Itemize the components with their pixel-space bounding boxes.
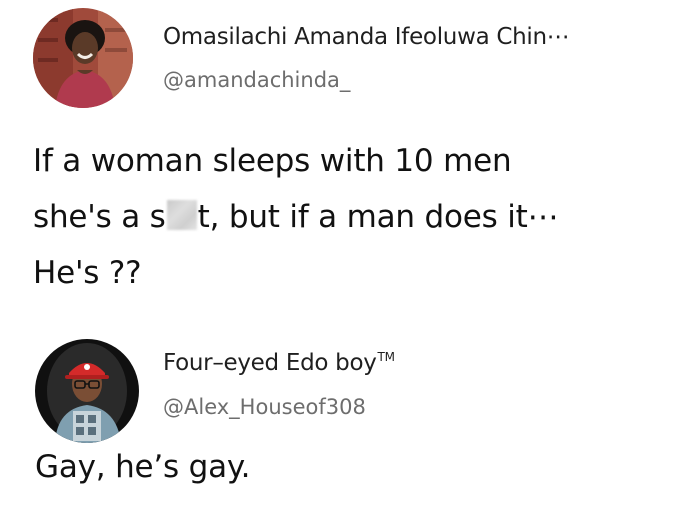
trademark-mark: TM — [377, 350, 395, 365]
author-display-name-text: Four–eyed Edo boy — [163, 350, 377, 376]
author-handle[interactable]: @Alex_Houseof308 — [163, 395, 366, 419]
author-display-name[interactable]: Omasilachi Amanda Ifeoluwa Chin⋯ — [163, 24, 570, 50]
post-body: If a woman sleeps with 10 men she's a s t… — [33, 133, 559, 301]
author-handle[interactable]: @amandachinda_ — [163, 68, 350, 92]
post-body-line-2: she's a s t, but if a man does it⋯ — [33, 189, 559, 245]
avatar-amanda[interactable] — [33, 8, 133, 108]
post-body-line-1: If a woman sleeps with 10 men — [33, 143, 512, 179]
post-1: Omasilachi Amanda Ifeoluwa Chin⋯ @amanda… — [0, 0, 700, 310]
post-2: Four–eyed Edo boyTM @Alex_Houseof308 Gay… — [0, 325, 700, 527]
profile-photo-icon — [35, 339, 139, 443]
post-body-line-2-start: she's a s — [33, 199, 166, 235]
avatar-alex[interactable] — [35, 339, 139, 443]
post-body-line-2-end: t, but if a man does it⋯ — [197, 199, 559, 235]
censor-blur-icon — [166, 200, 197, 230]
post-body: Gay, he’s gay. — [35, 439, 251, 495]
post-body-line-1: Gay, he’s gay. — [35, 449, 251, 485]
author-display-name[interactable]: Four–eyed Edo boyTM — [163, 350, 395, 376]
profile-photo-icon — [33, 8, 133, 108]
post-body-line-3: He's ?? — [33, 255, 142, 291]
